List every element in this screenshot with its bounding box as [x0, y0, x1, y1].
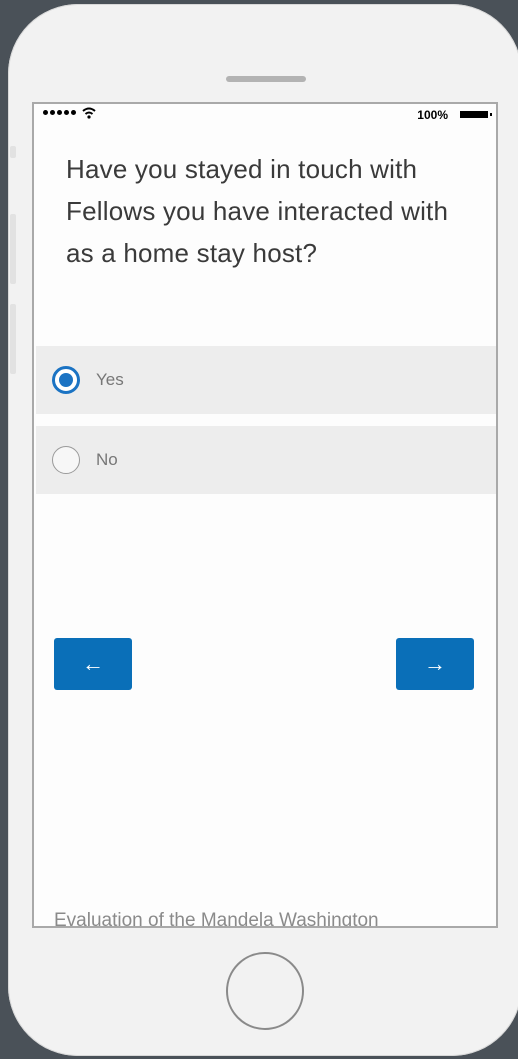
- survey-footer: Evaluation of the Mandela Washington: [54, 910, 379, 928]
- next-button[interactable]: →: [396, 638, 474, 690]
- radio-button-selected[interactable]: [52, 366, 80, 394]
- status-bar: 100%: [34, 104, 496, 126]
- option-yes[interactable]: Yes: [36, 346, 496, 414]
- option-no[interactable]: No: [36, 426, 496, 494]
- option-label: Yes: [96, 370, 124, 389]
- radio-button-unselected[interactable]: [52, 446, 80, 474]
- phone-frame: 100% Have you stayed in touch with Fello…: [8, 4, 518, 1056]
- speaker-grille: [226, 76, 306, 82]
- home-button[interactable]: [226, 952, 304, 1030]
- back-button[interactable]: ←: [54, 638, 132, 690]
- battery-percentage: 100%: [417, 108, 448, 122]
- volume-up-button: [10, 214, 16, 284]
- option-label: No: [96, 450, 118, 469]
- signal-strength-icon: [43, 110, 76, 115]
- mute-switch: [10, 146, 16, 158]
- volume-down-button: [10, 304, 16, 374]
- survey-question: Have you stayed in touch with Fellows yo…: [66, 154, 449, 268]
- screen: 100% Have you stayed in touch with Fello…: [32, 102, 498, 928]
- battery-icon: [460, 111, 492, 118]
- wifi-icon: [82, 107, 96, 119]
